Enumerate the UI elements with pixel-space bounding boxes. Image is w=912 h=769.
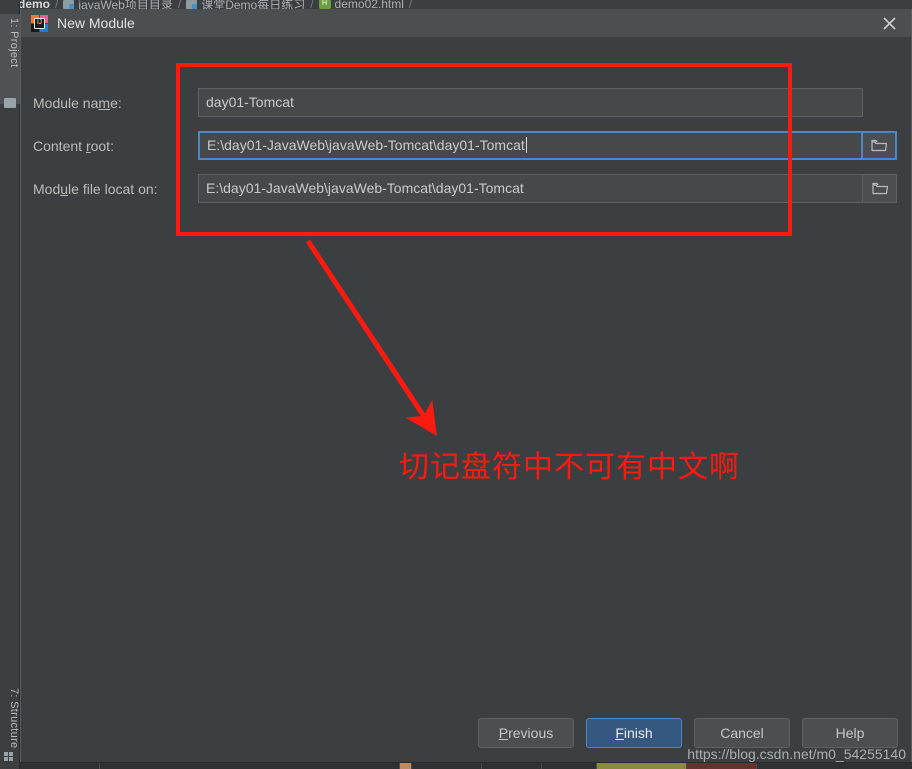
folder-blue-icon [186, 0, 198, 9]
previous-button-label: Previous [498, 725, 554, 741]
dialog-titlebar: New Module [21, 9, 911, 38]
form-row-module-name: Module name: day01-Tomcat [33, 88, 897, 117]
form-row-module-file-location: Module file locat on: E:\day01-JavaWeb\ja… [33, 174, 897, 203]
form-row-content-root: Content root: E:\day01-JavaWeb\javaWeb-To… [33, 131, 897, 160]
module-name-input[interactable]: day01-Tomcat [198, 88, 863, 117]
module-name-value: day01-Tomcat [206, 94, 294, 110]
help-button[interactable]: Help [802, 718, 898, 748]
folder-icon [4, 98, 16, 108]
help-button-label: Help [835, 725, 865, 741]
dialog-title: New Module [57, 15, 135, 31]
previous-button[interactable]: Previous [478, 718, 574, 748]
finish-button-label: Finish [615, 725, 653, 741]
content-root-browse-button[interactable] [863, 131, 897, 160]
intellij-idea-icon [31, 14, 48, 32]
finish-button[interactable]: Finish [586, 718, 682, 748]
folder-browse-icon [871, 182, 888, 195]
new-module-dialog: New Module Module name: day01-Tomcat Conte… [20, 9, 912, 762]
content-root-value: E:\day01-JavaWeb\javaWeb-Tomcat\day01-To… [207, 137, 525, 153]
html-file-icon: H [318, 0, 331, 9]
screen: demo / javaWeb项目目录 / 课堂Demo每日练习 / Hdemo02.html… [0, 0, 912, 769]
annotation-note: 切记盘符中不可有中文啊 [399, 450, 740, 485]
grid-dots-icon [4, 752, 15, 761]
cancel-button-label: Cancel [720, 725, 764, 741]
module-name-label: Module name: [33, 94, 122, 111]
text-caret [525, 137, 527, 153]
module-file-location-value: E:\day01-JavaWeb\javaWeb-Tomcat\day01-To… [206, 180, 524, 196]
module-file-location-label: Module file locat on: [33, 180, 158, 197]
ide-left-rail: 1: Project 7: Structure [0, 0, 20, 769]
module-file-location-browse-button[interactable] [863, 174, 897, 203]
folder-blue-icon [63, 0, 75, 9]
cancel-button[interactable]: Cancel [694, 718, 790, 748]
close-icon[interactable] [867, 9, 911, 38]
content-root-input[interactable]: E:\day01-JavaWeb\javaWeb-Tomcat\day01-To… [198, 131, 863, 160]
dialog-body: Module name: day01-Tomcat Content root: E:\… [21, 38, 911, 762]
content-root-label: Content root: [33, 137, 114, 154]
watermark: https://blog.csdn.net/m0_54255140 [687, 746, 906, 762]
module-form: Module name: day01-Tomcat Content root: E:\… [33, 88, 897, 217]
ide-bottom-strip [20, 762, 912, 769]
folder-browse-icon [871, 139, 887, 152]
module-file-location-input[interactable]: E:\day01-JavaWeb\javaWeb-Tomcat\day01-To… [198, 174, 863, 203]
dialog-footer: Previous Finish Cancel Help [478, 718, 898, 748]
sidebar-item-project[interactable]: 1: Project [0, 14, 20, 104]
